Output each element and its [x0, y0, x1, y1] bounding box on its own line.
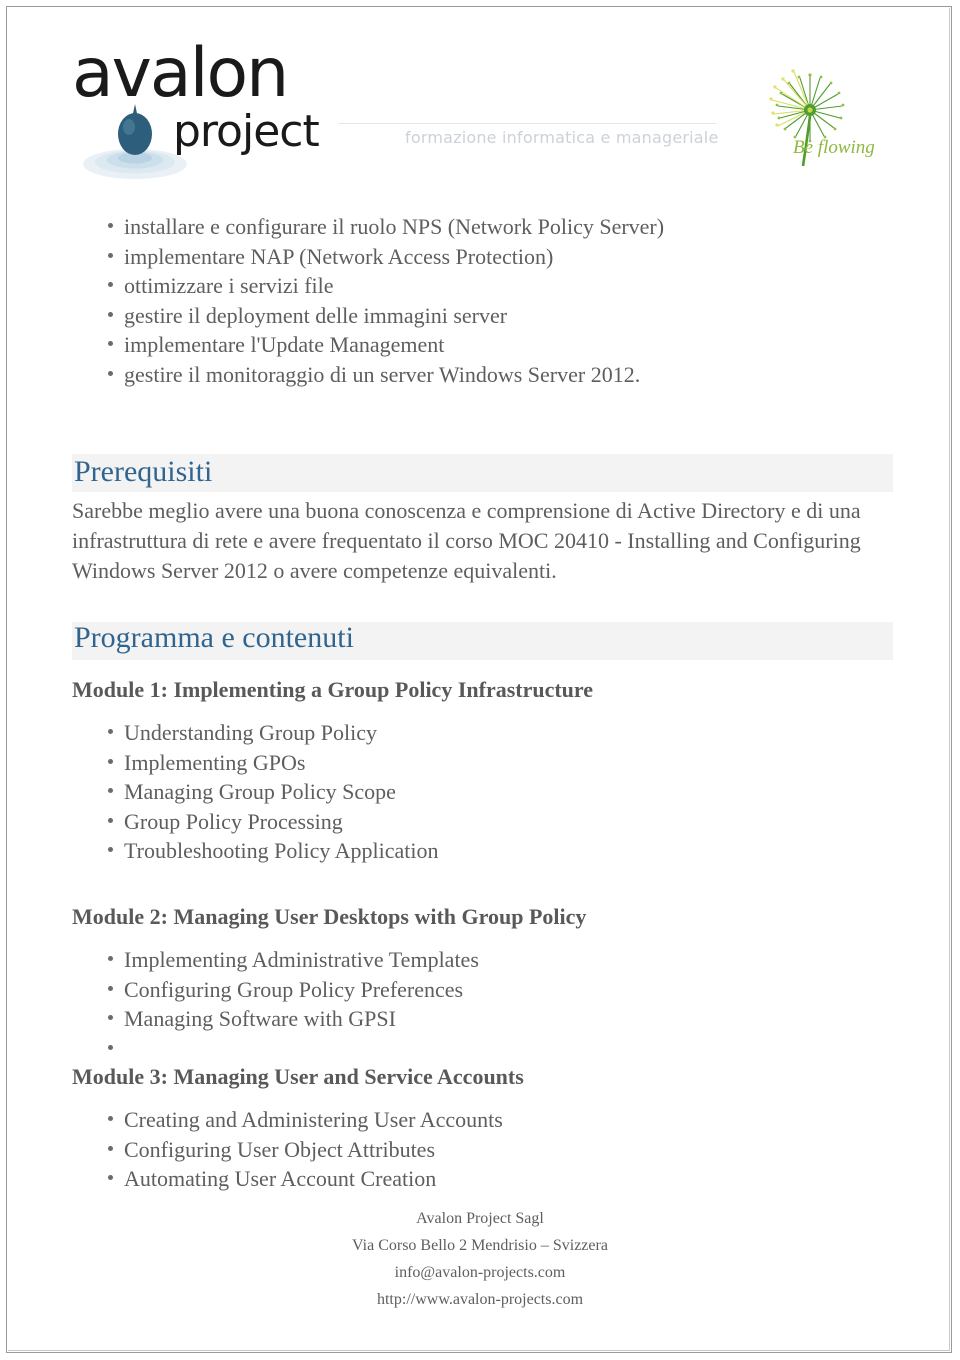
- be-flowing-label: Be flowing: [793, 137, 875, 158]
- module-3-title: Module 3: Managing User and Service Acco…: [72, 1064, 524, 1089]
- bullet-icon: [108, 223, 113, 228]
- list-item-label: implementare NAP (Network Access Protect…: [124, 243, 554, 269]
- list-item-label: Configuring Group Policy Preferences: [124, 976, 464, 1002]
- list-item-label: Creating and Administering User Accounts: [124, 1107, 503, 1132]
- prerequisiti-heading: Prerequisiti: [74, 455, 213, 488]
- list-item: Group Policy Processing: [72, 807, 872, 837]
- footer-address: Via Corso Bello 2 Mendrisio – Svizzera: [352, 1237, 608, 1254]
- list-item: Managing Software with GPSI: [72, 1004, 872, 1034]
- bullet-icon: [108, 370, 113, 376]
- bullet-icon: [108, 847, 113, 852]
- list-item-label: gestire il deployment delle immagini ser…: [124, 302, 508, 328]
- module-1-title: Module 1: Implementing a Group Policy In…: [72, 677, 594, 702]
- list-item: Troubleshooting Policy Application: [72, 836, 872, 866]
- list-item-label: Troubleshooting Policy Application: [124, 838, 439, 863]
- list-item-label: Implementing Administrative Templates: [124, 947, 479, 972]
- bullet-icon: [108, 985, 113, 991]
- bullet-icon: [108, 282, 113, 287]
- footer-company: Avalon Project Sagl: [416, 1210, 544, 1227]
- list-item: implementare NAP (Network Access Protect…: [72, 242, 912, 272]
- list-item-label: Automating User Account Creation: [124, 1166, 437, 1191]
- document-header: avalon project formazione informatica e …: [0, 0, 960, 195]
- course-objectives-list: installare e configurare il ruolo NPS (N…: [72, 212, 912, 389]
- bullet-icon: [108, 341, 113, 346]
- list-item-label: gestire il monitoraggio di un server Win…: [124, 361, 641, 387]
- bullet-icon: [108, 1015, 113, 1020]
- bullet-icon: [108, 1175, 113, 1180]
- list-item-label: implementare l'Update Management: [124, 332, 445, 357]
- bullet-icon: [108, 311, 113, 317]
- bullet-icon: [108, 817, 113, 823]
- list-item: Configuring Group Policy Preferences: [72, 975, 872, 1005]
- bullet-icon: [108, 956, 113, 961]
- bullet-icon: [108, 1116, 113, 1121]
- list-item: installare e configurare il ruolo NPS (N…: [72, 212, 912, 242]
- list-item-label: Configuring User Object Attributes: [124, 1136, 436, 1162]
- header-tagline: formazione informatica e manageriale: [405, 128, 719, 147]
- list-item-label: Understanding Group Policy: [124, 720, 377, 745]
- avalon-project-logo: avalon project: [72, 40, 322, 180]
- bullet-icon: [108, 1044, 113, 1050]
- document-footer: Avalon Project Sagl Via Corso Bello 2 Me…: [0, 1205, 960, 1313]
- module-3-topic-list: Creating and Administering User Accounts…: [72, 1105, 872, 1194]
- bullet-icon: [108, 788, 113, 793]
- list-item: Managing Group Policy Scope: [72, 777, 872, 807]
- list-item: implementare l'Update Management: [72, 330, 912, 360]
- be-flowing-logo: Be flowing: [760, 58, 880, 178]
- list-item-label: Managing Group Policy Scope: [124, 779, 396, 804]
- list-item: [72, 1034, 872, 1064]
- bullet-icon: [108, 1145, 113, 1151]
- module-2-title: Module 2: Managing User Desktops with Gr…: [72, 904, 587, 929]
- dandelion-icon: [769, 69, 845, 167]
- list-item-label: installare e configurare il ruolo NPS (N…: [124, 214, 665, 239]
- footer-website[interactable]: http://www.avalon-projects.com: [0, 1286, 960, 1313]
- list-item-label: Implementing GPOs: [124, 749, 306, 775]
- logo-word-project: project: [173, 106, 320, 157]
- list-item-label: Group Policy Processing: [124, 808, 343, 834]
- list-item: Automating User Account Creation: [72, 1164, 872, 1194]
- list-item: Configuring User Object Attributes: [72, 1135, 872, 1165]
- document-page: avalon project formazione informatica e …: [0, 0, 960, 1360]
- bullet-icon: [108, 729, 113, 734]
- list-item-label: ottimizzare i servizi file: [124, 273, 334, 298]
- programma-heading: Programma e contenuti: [74, 621, 354, 654]
- footer-email[interactable]: info@avalon-projects.com: [0, 1259, 960, 1286]
- bullet-icon: [108, 758, 113, 764]
- list-item: Implementing Administrative Templates: [72, 945, 872, 975]
- list-item-label: Managing Software with GPSI: [124, 1006, 396, 1031]
- bullet-icon: [108, 252, 113, 258]
- logo-word-avalon: avalon: [72, 34, 289, 113]
- prerequisiti-body: Sarebbe meglio avere una buona conoscenz…: [72, 498, 861, 583]
- list-item: ottimizzare i servizi file: [72, 271, 912, 301]
- list-item: gestire il monitoraggio di un server Win…: [72, 360, 912, 390]
- module-2-topic-list: Implementing Administrative Templates Co…: [72, 945, 872, 1063]
- module-1-topic-list: Understanding Group Policy Implementing …: [72, 718, 872, 866]
- header-divider-rule: [338, 123, 716, 124]
- list-item: Understanding Group Policy: [72, 718, 872, 748]
- list-item: gestire il deployment delle immagini ser…: [72, 301, 912, 331]
- list-item: Implementing GPOs: [72, 748, 872, 778]
- list-item: Creating and Administering User Accounts: [72, 1105, 872, 1135]
